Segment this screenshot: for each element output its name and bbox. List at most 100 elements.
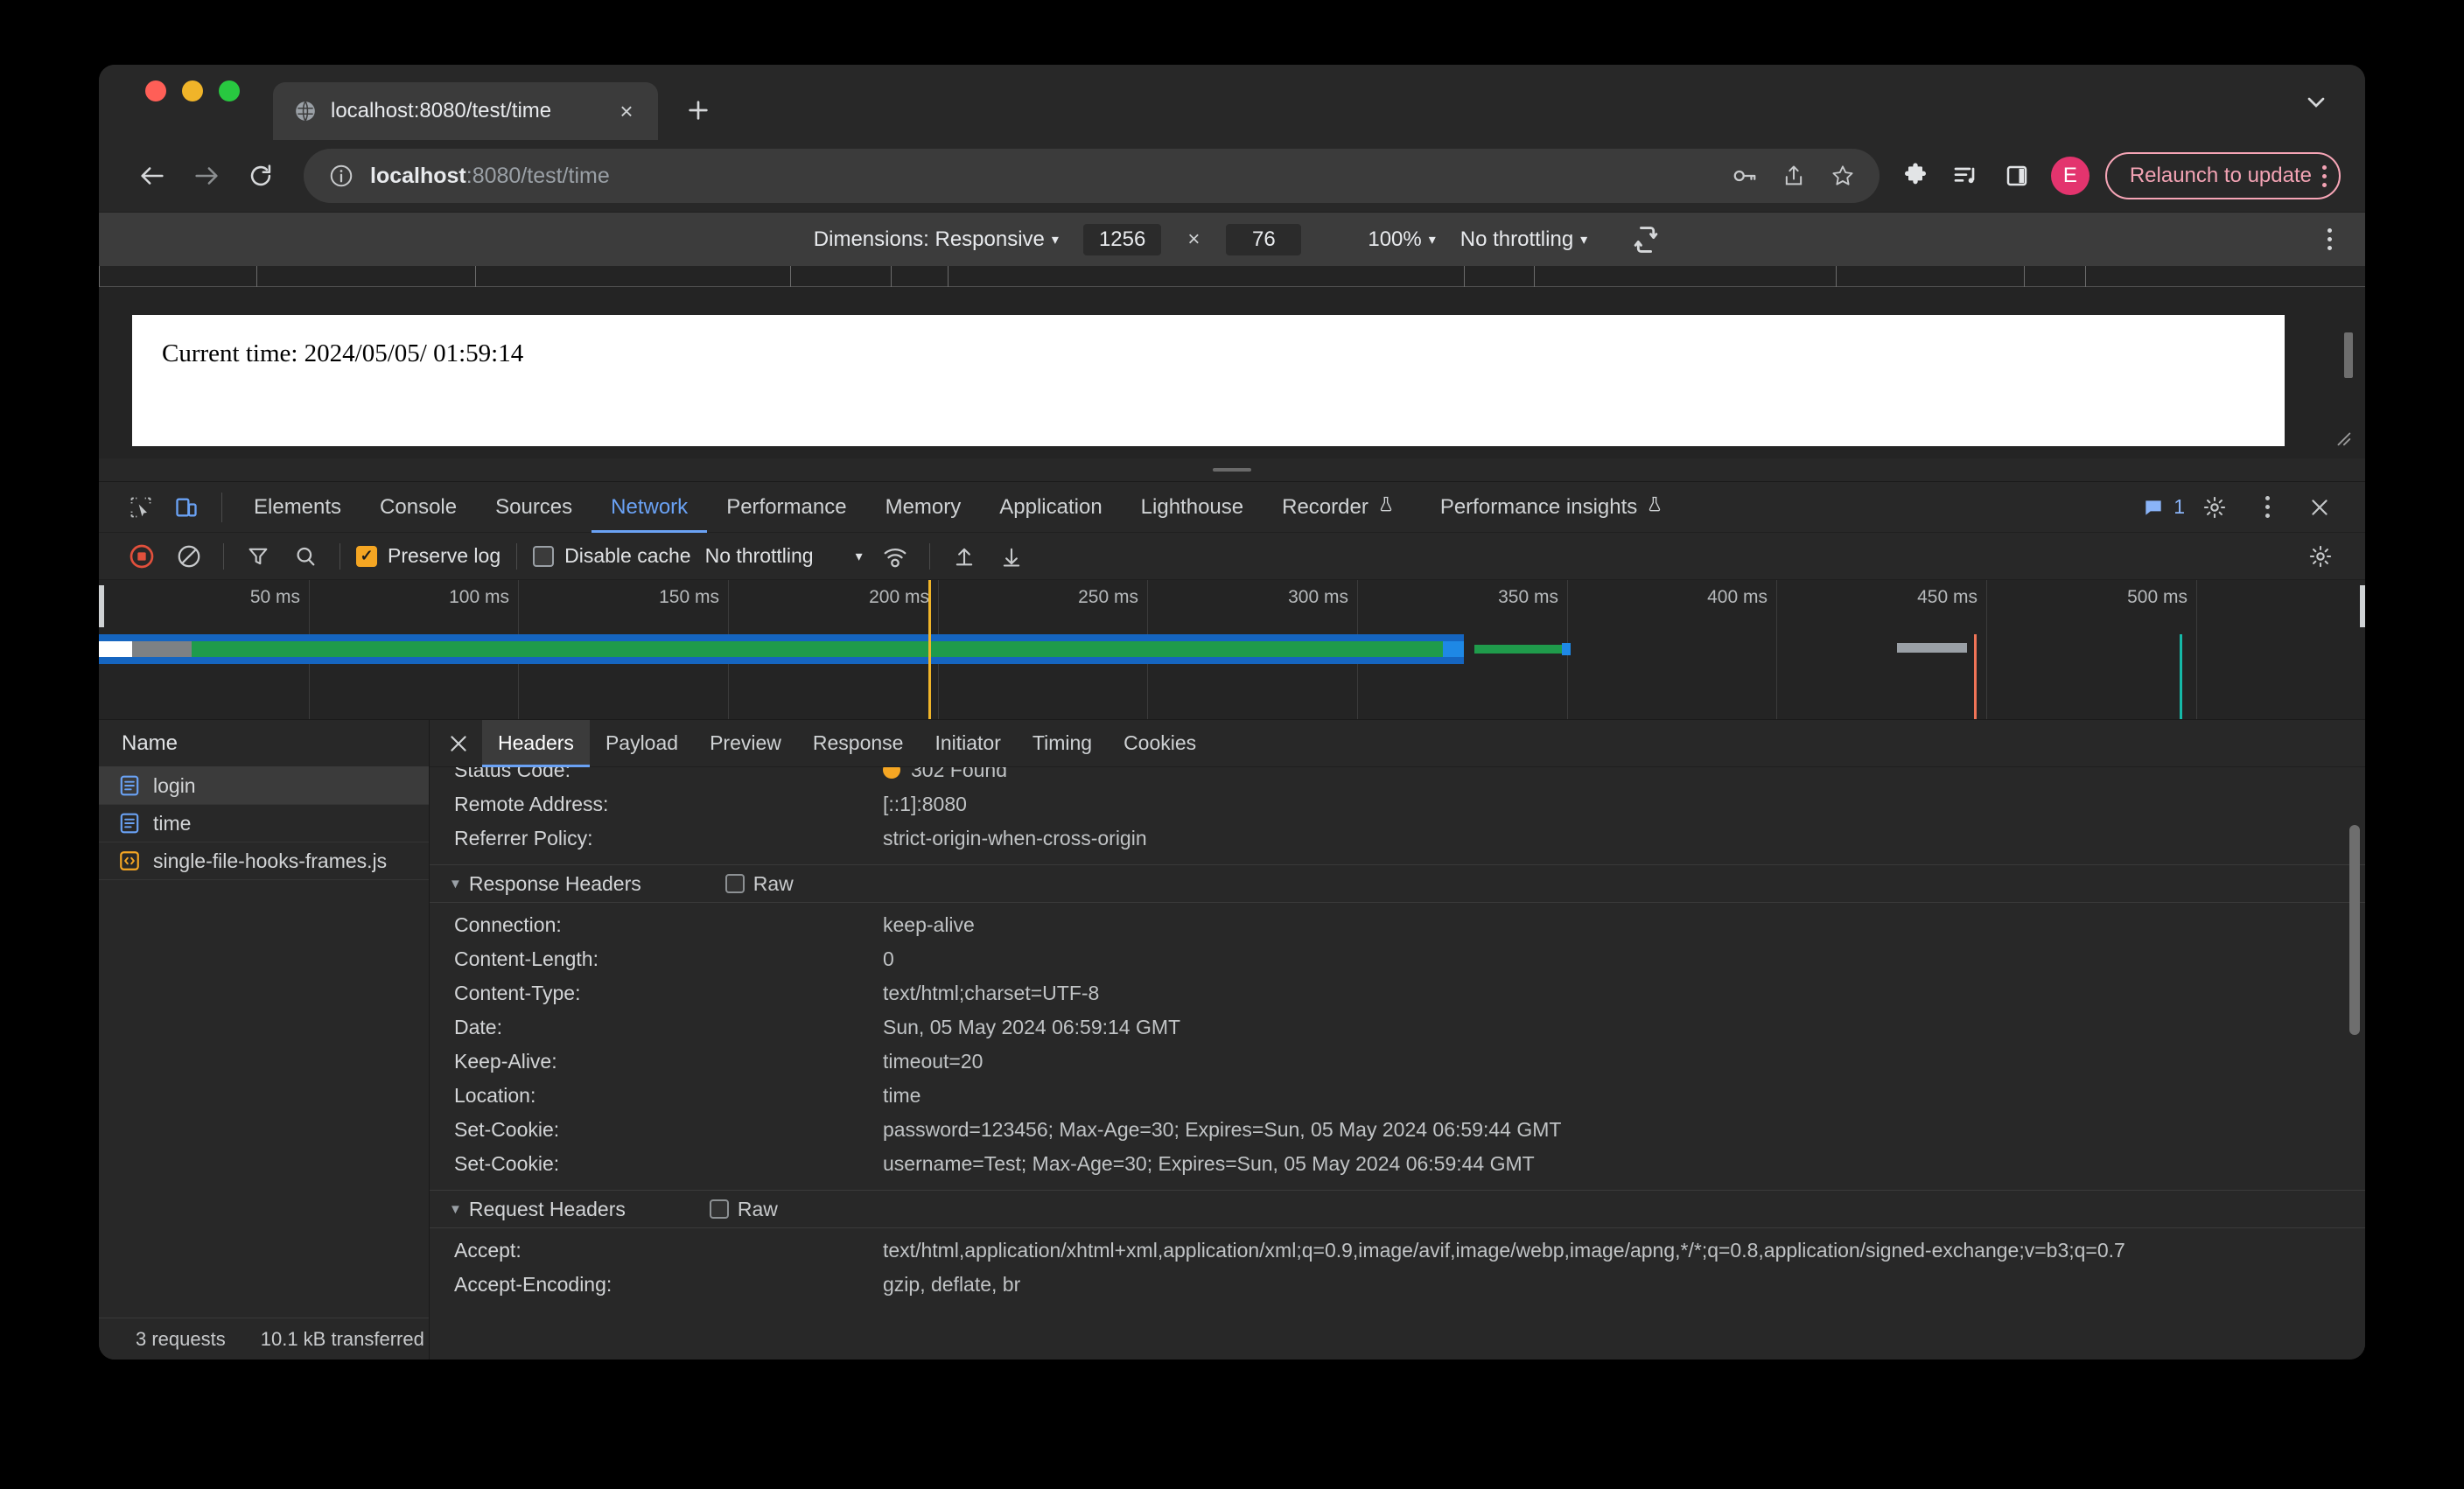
dimensions-dropdown[interactable]: Dimensions: Responsive ▾ [802, 227, 1071, 252]
detail-tab-initiator[interactable]: Initiator [919, 720, 1016, 767]
message-count: 1 [2174, 495, 2185, 518]
detail-tab-payload[interactable]: Payload [590, 720, 694, 767]
new-tab-button[interactable] [674, 86, 723, 135]
network-overview-timeline[interactable]: 50 ms 100 ms 150 ms 200 ms 250 ms 300 ms… [99, 580, 2365, 720]
site-info-icon[interactable] [326, 161, 356, 191]
header-row-remote-address: Remote Address: [::1]:8080 [430, 787, 2365, 821]
header-row: Content-Type: text/html;charset=UTF-8 [430, 976, 2365, 1010]
close-window-button[interactable] [145, 80, 166, 101]
chevron-down-icon: ▾ [1428, 232, 1436, 248]
network-settings-gear-icon[interactable] [2297, 535, 2344, 577]
tab-label: Cookies [1124, 731, 1197, 754]
search-icon[interactable] [282, 535, 329, 577]
headers-content[interactable]: Status Code: 302 Found Remote Address: [… [430, 767, 2365, 1360]
avatar[interactable]: E [2050, 157, 2090, 195]
request-list-header[interactable]: Name [99, 720, 429, 767]
tab-console[interactable]: Console [360, 482, 476, 533]
devtools-menu-icon[interactable] [2244, 485, 2290, 530]
request-raw-toggle[interactable]: Raw [709, 1198, 778, 1221]
forward-button[interactable] [179, 149, 234, 203]
share-icon[interactable] [1769, 151, 1818, 200]
disable-cache-label: Disable cache [564, 544, 691, 567]
tab-performance-insights[interactable]: Performance insights [1414, 482, 1683, 533]
header-row-referrer-policy: Referrer Policy: strict-origin-when-cros… [430, 821, 2365, 856]
chevron-down-icon: ▾ [1051, 232, 1059, 248]
response-headers-section[interactable]: ▼ Response Headers Raw [430, 864, 2365, 903]
network-throttling-dropdown[interactable]: No throttling ▾ [1448, 227, 1600, 252]
header-name: Content-Type: [454, 982, 581, 1004]
filter-icon[interactable] [234, 535, 282, 577]
chevron-down-icon: ▾ [855, 549, 863, 564]
header-value: keep-alive [883, 913, 975, 936]
star-icon[interactable] [1818, 151, 1867, 200]
network-conditions-icon[interactable] [872, 535, 919, 577]
zoom-dropdown[interactable]: 100% ▾ [1355, 227, 1447, 252]
detail-tab-headers[interactable]: Headers [482, 719, 590, 767]
request-row-time[interactable]: time [99, 805, 429, 842]
response-raw-toggle[interactable]: Raw [724, 872, 794, 896]
reading-list-icon[interactable] [1941, 150, 1992, 201]
reload-button[interactable] [234, 149, 288, 203]
tab-lighthouse[interactable]: Lighthouse [1122, 482, 1263, 533]
inspect-element-icon[interactable] [118, 485, 164, 530]
tab-network[interactable]: Network [592, 482, 707, 533]
header-value: text/html;charset=UTF-8 [883, 982, 1100, 1004]
tab-application[interactable]: Application [980, 482, 1121, 533]
device-toolbar-menu-icon[interactable] [2328, 228, 2332, 250]
export-har-icon[interactable] [988, 535, 1035, 577]
tab-recorder[interactable]: Recorder [1263, 482, 1414, 533]
record-button[interactable] [118, 535, 165, 577]
tab-label: Console [380, 494, 458, 519]
request-row-script[interactable]: single-file-hooks-frames.js [99, 842, 429, 880]
disable-cache-checkbox[interactable]: Disable cache [528, 544, 696, 568]
request-headers-section[interactable]: ▼ Request Headers Raw [430, 1190, 2365, 1228]
clear-network-log-icon[interactable] [165, 535, 213, 577]
chrome-menu-icon[interactable] [2322, 164, 2327, 187]
tab-performance[interactable]: Performance [707, 482, 865, 533]
tab-memory[interactable]: Memory [866, 482, 981, 533]
detail-scrollbar[interactable] [2349, 825, 2360, 1035]
request-name: login [153, 773, 196, 797]
close-tab-button[interactable]: × [612, 97, 640, 125]
detail-tab-preview[interactable]: Preview [694, 720, 797, 767]
network-throttling-select[interactable]: No throttling ▾ [696, 544, 872, 568]
devtools-split-handle[interactable] [99, 458, 2365, 481]
toggle-device-toolbar-icon[interactable] [164, 485, 209, 530]
detail-tab-cookies[interactable]: Cookies [1108, 720, 1212, 767]
browser-tab[interactable]: localhost:8080/test/time × [273, 82, 658, 140]
close-detail-icon[interactable] [435, 720, 482, 767]
detail-tab-response[interactable]: Response [797, 720, 920, 767]
network-toolbar: ✓ Preserve log Disable cache No throttli… [99, 533, 2365, 580]
detail-tab-timing[interactable]: Timing [1017, 720, 1108, 767]
viewport-corner-resize-icon[interactable] [2334, 429, 2353, 453]
tab-title: localhost:8080/test/time [331, 99, 552, 122]
side-panel-icon[interactable] [1992, 150, 2042, 201]
request-count: 3 requests [136, 1327, 226, 1350]
header-name: Set-Cookie: [454, 1118, 560, 1141]
maximize-window-button[interactable] [219, 80, 240, 101]
relaunch-to-update-button[interactable]: Relaunch to update [2104, 152, 2341, 199]
viewport-height-input[interactable]: 76 [1226, 223, 1302, 255]
url-host: localhost [370, 163, 466, 188]
request-row-login[interactable]: login [99, 767, 429, 805]
address-bar[interactable]: localhost:8080/test/time [304, 149, 1880, 203]
tab-label: Preview [710, 731, 781, 754]
minimize-window-button[interactable] [182, 80, 203, 101]
timeline-tick-label: 450 ms [1917, 587, 1978, 607]
console-message-badge[interactable]: 1 [2142, 495, 2185, 519]
rotate-device-icon[interactable] [1629, 223, 1662, 256]
key-icon[interactable] [1720, 151, 1769, 200]
extensions-icon[interactable] [1890, 150, 1941, 201]
viewport-width-input[interactable]: 1256 [1082, 223, 1162, 255]
tab-sources[interactable]: Sources [476, 482, 592, 533]
viewport-ruler [99, 266, 2365, 287]
viewport-resize-handle[interactable] [2344, 332, 2353, 378]
back-button[interactable] [125, 149, 179, 203]
gear-icon[interactable] [2192, 485, 2237, 530]
chevron-down-icon[interactable] [2302, 88, 2330, 121]
import-har-icon[interactable] [941, 535, 988, 577]
tab-elements[interactable]: Elements [234, 482, 360, 533]
timeline-tick-label: 400 ms [1707, 587, 1768, 607]
close-devtools-icon[interactable] [2297, 485, 2342, 530]
preserve-log-checkbox[interactable]: ✓ Preserve log [351, 544, 506, 568]
